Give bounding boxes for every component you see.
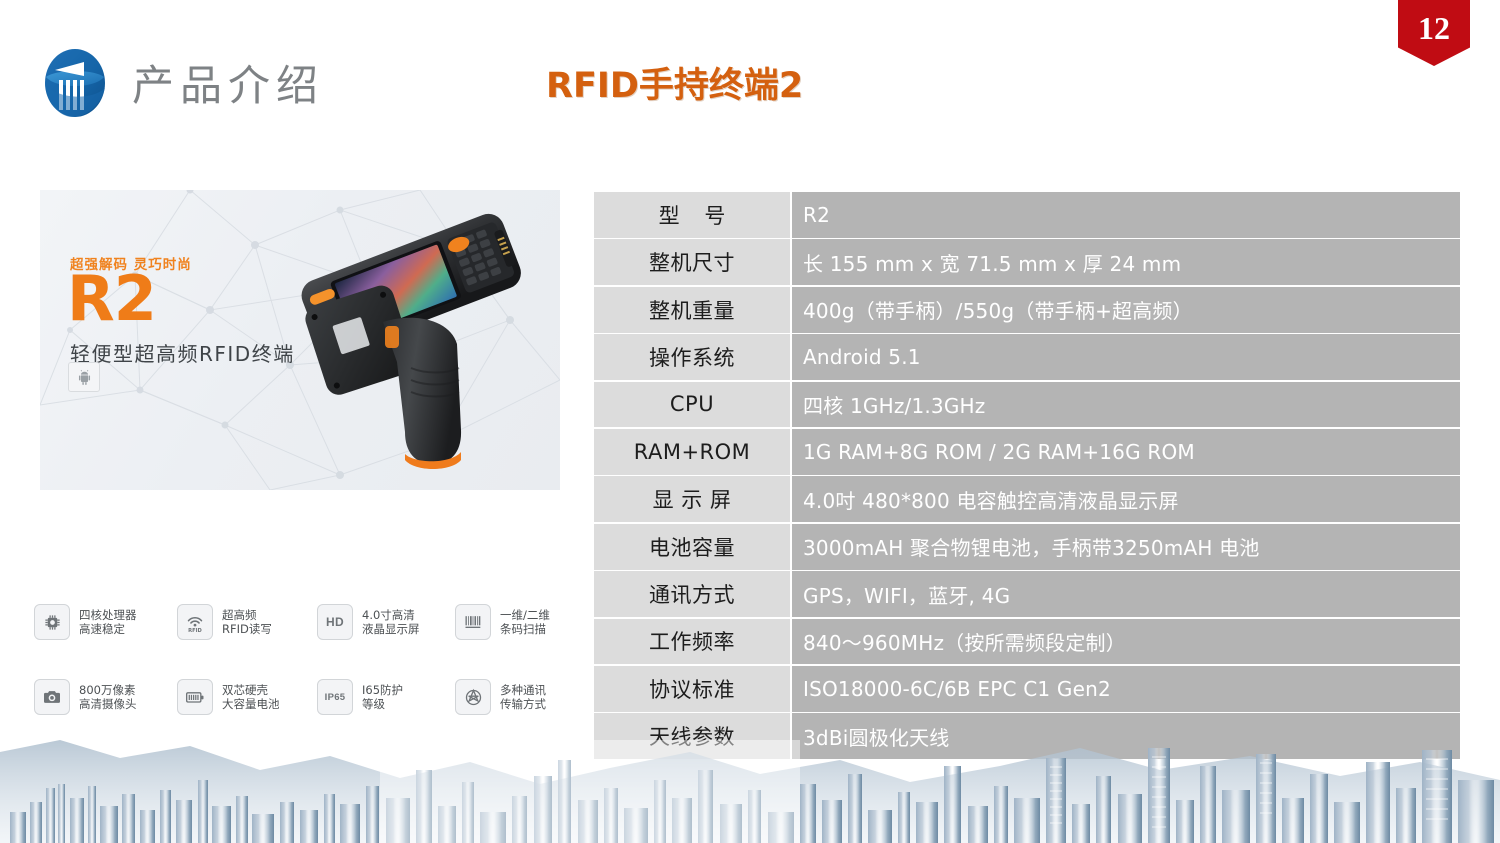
feature-line-1: 4.0寸高清 bbox=[362, 607, 415, 622]
spec-label: RAM+ROM bbox=[594, 428, 790, 475]
spec-label: 型 号 bbox=[594, 192, 790, 238]
feature-text: I65防护 等级 bbox=[362, 683, 403, 712]
banner-subtitle: 轻便型超高频RFID终端 bbox=[70, 342, 295, 366]
svg-text:RFID: RFID bbox=[188, 628, 202, 634]
specification-table: 型 号 R2 整机尺寸长 155 mm x 宽 71.5 mm x 厚 24 mm 整… bbox=[594, 192, 1460, 761]
slide-canvas: 产品介绍 RFID手持终端2 12 超强解码 灵巧时尚 R2 轻便型超高频RFI… bbox=[0, 0, 1500, 843]
network-icon bbox=[455, 679, 491, 715]
feature-line-2: RFID读写 bbox=[222, 622, 272, 636]
table-row: 操作系统 Android 5.1 bbox=[594, 334, 1460, 380]
hd-icon: HD bbox=[317, 604, 353, 640]
ip65-badge-label: IP65 bbox=[324, 691, 346, 703]
page-number: 12 bbox=[1418, 10, 1450, 46]
spec-value: 400g（带手柄）/550g（带手柄+超高频） bbox=[792, 286, 1460, 333]
spec-label: 通讯方式 bbox=[594, 571, 790, 617]
slide-title: RFID手持终端2 bbox=[546, 66, 804, 106]
feature-text: 4.0寸高清 液晶显示屏 bbox=[362, 608, 420, 637]
table-row: 电池容量 3000mAH 聚合物锂电池，手柄带3250mAH 电池 bbox=[594, 523, 1460, 570]
footer-cityscape bbox=[0, 740, 1500, 843]
battery-icon bbox=[177, 679, 213, 715]
feature-line-1: 一维/二维 bbox=[500, 607, 550, 622]
feature-line-2: 高速稳定 bbox=[79, 622, 125, 636]
feature-item: 双芯硬壳 大容量电池 bbox=[177, 679, 280, 715]
feature-line-1: 800万像素 bbox=[79, 682, 136, 697]
feature-text: 一维/二维 条码扫描 bbox=[500, 608, 550, 637]
banner-model-name: R2 bbox=[67, 262, 157, 335]
feature-text: 四核处理器 高速稳定 bbox=[79, 608, 137, 637]
feature-icon-grid: 四核处理器 高速稳定 RFID 超高频 RFID读写 HD 4.0寸高清 液晶显… bbox=[34, 604, 564, 732]
feature-item: RFID 超高频 RFID读写 bbox=[177, 604, 272, 640]
spec-value: 1G RAM+8G ROM / 2G RAM+16G ROM bbox=[792, 428, 1460, 475]
feature-item: 一维/二维 条码扫描 bbox=[455, 604, 550, 640]
table-row: 整机重量 400g（带手柄）/550g（带手柄+超高频） bbox=[594, 286, 1460, 333]
table-row: 显 示 屏 4.0吋 480*800 电容触控高清液晶显示屏 bbox=[594, 476, 1460, 523]
feature-line-2: 条码扫描 bbox=[500, 622, 546, 636]
feature-line-2: 传输方式 bbox=[500, 697, 546, 711]
page-title: 产品介绍 bbox=[132, 61, 325, 110]
rfid-icon: RFID bbox=[177, 604, 213, 640]
page-number-badge: 12 bbox=[1398, 0, 1470, 66]
feature-line-1: 超高频 bbox=[222, 607, 257, 622]
feature-line-1: 四核处理器 bbox=[79, 607, 137, 622]
feature-item: 多种通讯 传输方式 bbox=[455, 679, 546, 715]
barcode-icon bbox=[455, 604, 491, 640]
feature-item: IP65 I65防护 等级 bbox=[317, 679, 403, 715]
cpu-icon bbox=[34, 604, 70, 640]
android-icon bbox=[68, 362, 100, 392]
spec-value: 长 155 mm x 宽 71.5 mm x 厚 24 mm bbox=[792, 239, 1460, 286]
table-row: RAM+ROM 1G RAM+8G ROM / 2G RAM+16G ROM bbox=[594, 428, 1460, 475]
spec-value: 四核 1GHz/1.3GHz bbox=[792, 381, 1460, 428]
feature-item: 四核处理器 高速稳定 bbox=[34, 604, 137, 640]
feature-text: 800万像素 高清摄像头 bbox=[79, 683, 137, 712]
ip65-icon: IP65 bbox=[317, 679, 353, 715]
spec-value: 840～960MHz（按所需频段定制） bbox=[792, 618, 1460, 665]
device-photo bbox=[301, 213, 521, 469]
table-row: 工作频率 840～960MHz（按所需频段定制） bbox=[594, 618, 1460, 665]
feature-text: 超高频 RFID读写 bbox=[222, 608, 272, 637]
feature-line-1: 双芯硬壳 bbox=[222, 682, 268, 697]
feature-line-2: 大容量电池 bbox=[222, 697, 280, 711]
feature-line-1: 多种通讯 bbox=[500, 682, 546, 697]
table-row: 协议标准 ISO18000-6C/6B EPC C1 Gen2 bbox=[594, 665, 1460, 712]
spec-label: 显 示 屏 bbox=[594, 476, 790, 523]
spec-label: 协议标准 bbox=[594, 665, 790, 712]
spec-label: 操作系统 bbox=[594, 334, 790, 380]
spec-value: 3000mAH 聚合物锂电池，手柄带3250mAH 电池 bbox=[792, 523, 1460, 570]
product-banner: 超强解码 灵巧时尚 R2 轻便型超高频RFID终端 bbox=[40, 190, 560, 490]
table-row: 通讯方式 GPS，WIFI，蓝牙, 4G bbox=[594, 571, 1460, 617]
feature-line-2: 等级 bbox=[362, 697, 385, 711]
spec-value: ISO18000-6C/6B EPC C1 Gen2 bbox=[792, 665, 1460, 712]
table-row: CPU 四核 1GHz/1.3GHz bbox=[594, 381, 1460, 428]
feature-line-2: 高清摄像头 bbox=[79, 697, 137, 711]
table-row: 整机尺寸长 155 mm x 宽 71.5 mm x 厚 24 mm bbox=[594, 239, 1460, 286]
spec-value: R2 bbox=[792, 192, 1460, 238]
feature-item: HD 4.0寸高清 液晶显示屏 bbox=[317, 604, 420, 640]
feature-line-2: 液晶显示屏 bbox=[362, 622, 420, 636]
camera-icon bbox=[34, 679, 70, 715]
company-logo-icon bbox=[32, 44, 118, 122]
feature-text: 双芯硬壳 大容量电池 bbox=[222, 683, 280, 712]
spec-label: 工作频率 bbox=[594, 618, 790, 665]
table-row: 型 号 R2 bbox=[594, 192, 1460, 238]
spec-value: Android 5.1 bbox=[792, 334, 1460, 380]
feature-line-1: I65防护 bbox=[362, 682, 404, 697]
feature-item: 800万像素 高清摄像头 bbox=[34, 679, 137, 715]
feature-text: 多种通讯 传输方式 bbox=[500, 683, 546, 712]
spec-label: 电池容量 bbox=[594, 523, 790, 570]
spec-value: 4.0吋 480*800 电容触控高清液晶显示屏 bbox=[792, 476, 1460, 523]
cityscape-skyline-icon bbox=[0, 740, 1500, 843]
spec-value: GPS，WIFI，蓝牙, 4G bbox=[792, 571, 1460, 617]
spec-label: 整机重量 bbox=[594, 286, 790, 333]
hd-badge-label: HD bbox=[326, 615, 344, 629]
spec-label: 整机尺寸 bbox=[594, 239, 790, 286]
spec-label: CPU bbox=[594, 381, 790, 428]
